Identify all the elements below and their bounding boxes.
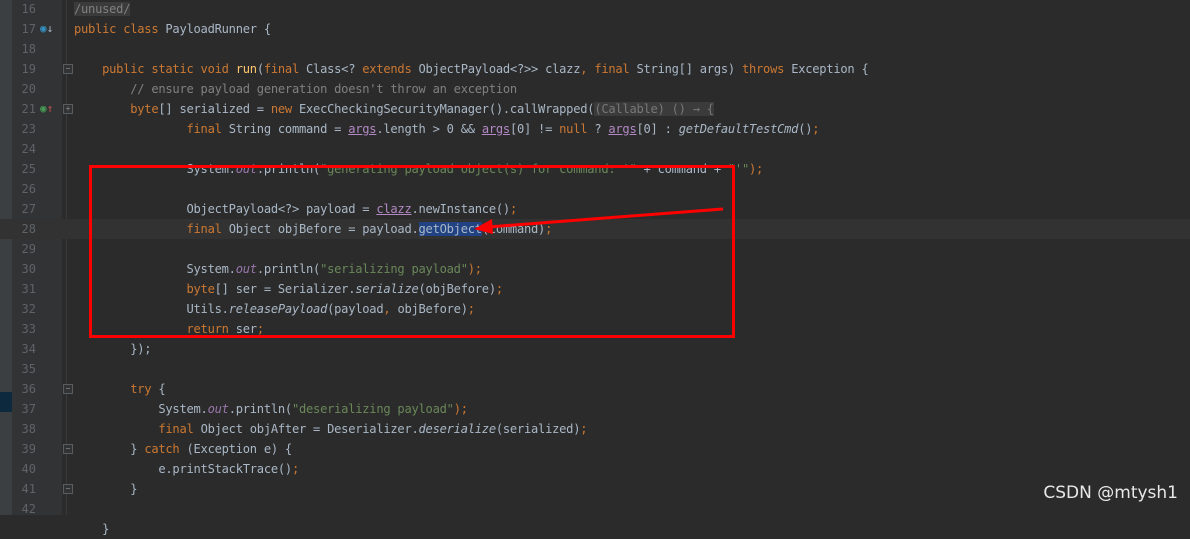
annotation-arrow xyxy=(474,207,724,234)
watermark: CSDN @mtysh1 xyxy=(1043,483,1178,503)
code-text: } xyxy=(74,519,109,539)
code-line[interactable]: } xyxy=(0,519,1190,539)
code-token: } xyxy=(74,522,110,536)
